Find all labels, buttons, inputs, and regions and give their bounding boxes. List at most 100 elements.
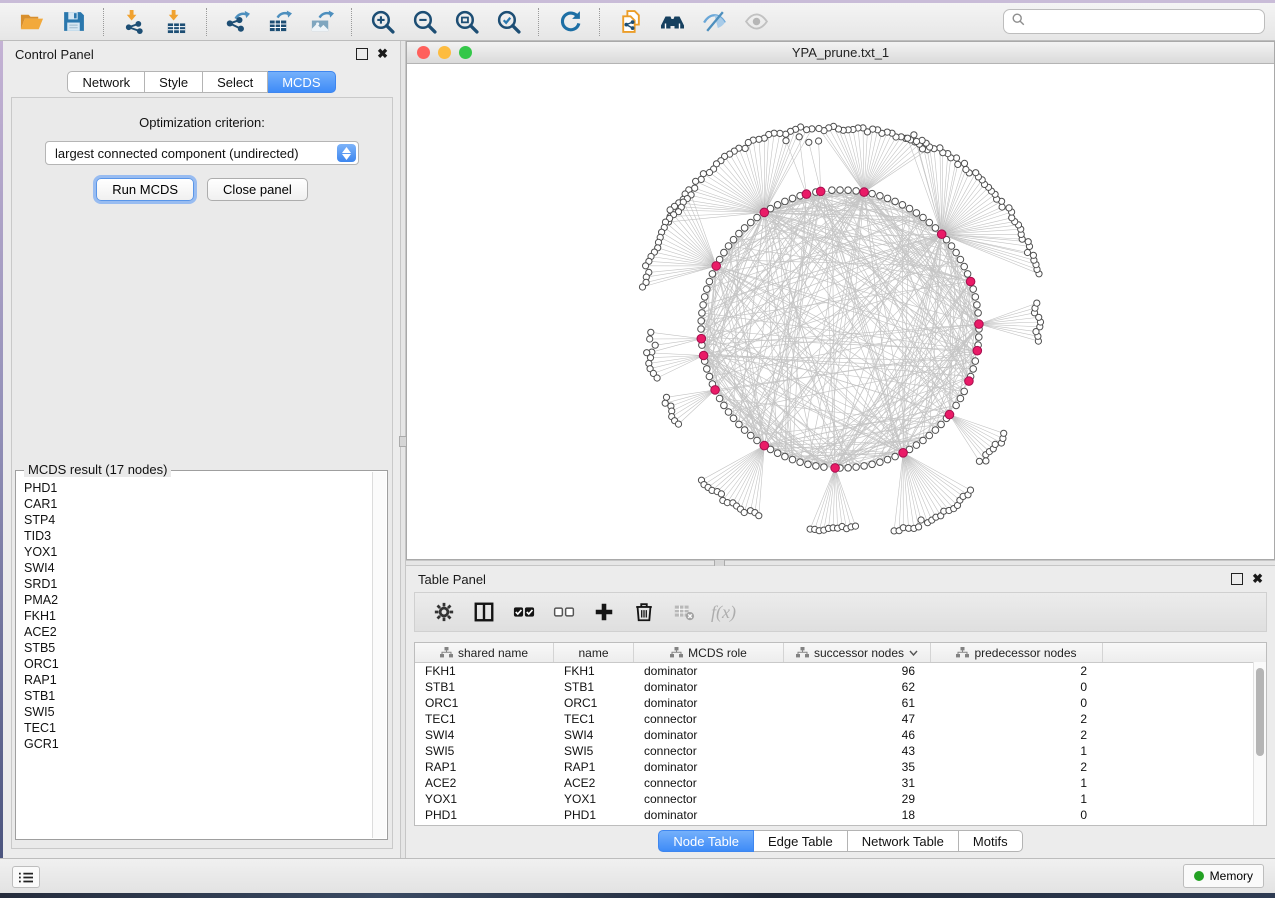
table-row[interactable]: RAP1RAP1dominator352 — [415, 759, 1266, 775]
minimize-window-icon[interactable] — [438, 46, 451, 59]
cell-successor-nodes: 31 — [784, 776, 931, 790]
table-row[interactable]: ORC1ORC1dominator610 — [415, 695, 1266, 711]
import-table-button[interactable] — [157, 6, 195, 38]
mcds-result-item[interactable]: CAR1 — [24, 496, 365, 512]
column-header-successor-nodes[interactable]: successor nodes — [784, 643, 931, 662]
import-network-button[interactable] — [115, 6, 153, 38]
mcds-result-item[interactable]: TEC1 — [24, 720, 365, 736]
add-column-button[interactable] — [587, 597, 620, 627]
deselect-all-rows-button[interactable] — [547, 597, 580, 627]
tab-network-table[interactable]: Network Table — [848, 830, 959, 852]
tab-network[interactable]: Network — [67, 71, 145, 93]
mcds-result-item[interactable]: ORC1 — [24, 656, 365, 672]
optimization-criterion-select[interactable]: largest connected component (undirected) — [45, 141, 359, 165]
optimization-criterion-label: Optimization criterion: — [12, 115, 392, 130]
cell-MCDS-role: dominator — [634, 696, 784, 710]
mcds-result-scrollbar[interactable] — [372, 472, 386, 838]
close-panel-icon[interactable]: ✖ — [377, 49, 388, 59]
close-table-panel-icon[interactable]: ✖ — [1252, 574, 1263, 584]
export-network-button[interactable] — [218, 6, 256, 38]
column-header-MCDS-role[interactable]: MCDS role — [634, 643, 784, 662]
node-table: shared namenameMCDS rolesuccessor nodesp… — [414, 642, 1267, 826]
save-session-button[interactable] — [54, 6, 92, 38]
table-row[interactable]: ACE2ACE2connector311 — [415, 775, 1266, 791]
hide-selected-button[interactable] — [695, 6, 733, 38]
float-table-panel-icon[interactable] — [1231, 573, 1243, 585]
tab-style[interactable]: Style — [145, 71, 203, 93]
maximize-window-icon[interactable] — [459, 46, 472, 59]
table-scrollbar-thumb[interactable] — [1256, 668, 1264, 756]
tab-edge-table[interactable]: Edge Table — [754, 830, 848, 852]
mcds-result-item[interactable]: STB1 — [24, 688, 365, 704]
table-row[interactable]: FKH1FKH1dominator962 — [415, 663, 1266, 679]
mcds-result-item[interactable]: PMA2 — [24, 592, 365, 608]
cell-name: PHD1 — [554, 808, 634, 822]
run-mcds-button[interactable]: Run MCDS — [96, 178, 194, 201]
table-row[interactable]: TEC1TEC1connector472 — [415, 711, 1266, 727]
export-image-button[interactable] — [302, 6, 340, 38]
mcds-result-item[interactable]: GCR1 — [24, 736, 365, 752]
mcds-result-item[interactable]: SWI4 — [24, 560, 365, 576]
column-header-name[interactable]: name — [554, 643, 634, 662]
cell-MCDS-role: dominator — [634, 664, 784, 678]
column-header-shared-name[interactable]: shared name — [415, 643, 554, 662]
delete-column-button[interactable] — [627, 597, 660, 627]
table-row[interactable]: STB1STB1dominator620 — [415, 679, 1266, 695]
memory-button[interactable]: Memory — [1183, 864, 1264, 888]
mcds-result-item[interactable]: PHD1 — [24, 480, 365, 496]
search-input[interactable] — [1031, 14, 1256, 30]
table-row[interactable]: PHD1PHD1dominator180 — [415, 807, 1266, 823]
mcds-result-item[interactable]: RAP1 — [24, 672, 365, 688]
export-table-button[interactable] — [260, 6, 298, 38]
mcds-result-list: PHD1CAR1STP4TID3YOX1SWI4SRD1PMA2FKH1ACE2… — [17, 474, 372, 838]
close-panel-button[interactable]: Close panel — [207, 178, 308, 201]
table-settings-button[interactable] — [427, 597, 460, 627]
select-all-rows-button[interactable] — [507, 597, 540, 627]
tab-node-table[interactable]: Node Table — [658, 830, 754, 852]
tab-mcds[interactable]: MCDS — [268, 71, 335, 93]
refresh-button[interactable] — [550, 6, 588, 38]
close-window-icon[interactable] — [417, 46, 430, 59]
add-column-icon — [593, 601, 615, 623]
cell-successor-nodes: 47 — [784, 712, 931, 726]
zoom-fit-button[interactable] — [447, 6, 485, 38]
cell-name: ORC1 — [554, 696, 634, 710]
table-row[interactable]: SWI4SWI4dominator462 — [415, 727, 1266, 743]
table-row[interactable]: YOX1YOX1connector291 — [415, 791, 1266, 807]
zoom-in-icon — [370, 9, 395, 34]
mcds-result-item[interactable]: YOX1 — [24, 544, 365, 560]
mcds-result-item[interactable]: SWI5 — [24, 704, 365, 720]
network-window-titlebar[interactable]: YPA_prune.txt_1 — [407, 42, 1274, 64]
column-header-predecessor-nodes[interactable]: predecessor nodes — [931, 643, 1103, 662]
cell-predecessor-nodes: 0 — [931, 680, 1103, 694]
search-icon — [1012, 13, 1025, 31]
table-row[interactable]: SWI5SWI5connector431 — [415, 743, 1266, 759]
cell-shared-name: ORC1 — [415, 696, 554, 710]
copy-network-icon — [618, 9, 643, 34]
zoom-in-button[interactable] — [363, 6, 401, 38]
first-neighbors-button[interactable] — [653, 6, 691, 38]
toolbar-separator — [599, 8, 600, 36]
mcds-result-item[interactable]: ACE2 — [24, 624, 365, 640]
tab-select[interactable]: Select — [203, 71, 268, 93]
cell-shared-name: SWI4 — [415, 728, 554, 742]
network-graph-canvas[interactable] — [407, 63, 1274, 559]
table-scrollbar[interactable] — [1253, 662, 1266, 825]
refresh-icon — [557, 9, 582, 34]
mcds-result-item[interactable]: STP4 — [24, 512, 365, 528]
cell-successor-nodes: 35 — [784, 760, 931, 774]
zoom-selected-button[interactable] — [489, 6, 527, 38]
mcds-result-item[interactable]: STB5 — [24, 640, 365, 656]
mcds-result-item[interactable]: TID3 — [24, 528, 365, 544]
mcds-result-item[interactable]: SRD1 — [24, 576, 365, 592]
column-visibility-button[interactable] — [467, 597, 500, 627]
open-file-button[interactable] — [12, 6, 50, 38]
task-history-button[interactable] — [12, 866, 40, 888]
copy-network-button[interactable] — [611, 6, 649, 38]
cell-name: SWI4 — [554, 728, 634, 742]
tab-motifs[interactable]: Motifs — [959, 830, 1023, 852]
import-table-icon — [164, 9, 189, 34]
zoom-out-button[interactable] — [405, 6, 443, 38]
mcds-result-item[interactable]: FKH1 — [24, 608, 365, 624]
float-panel-icon[interactable] — [356, 48, 368, 60]
